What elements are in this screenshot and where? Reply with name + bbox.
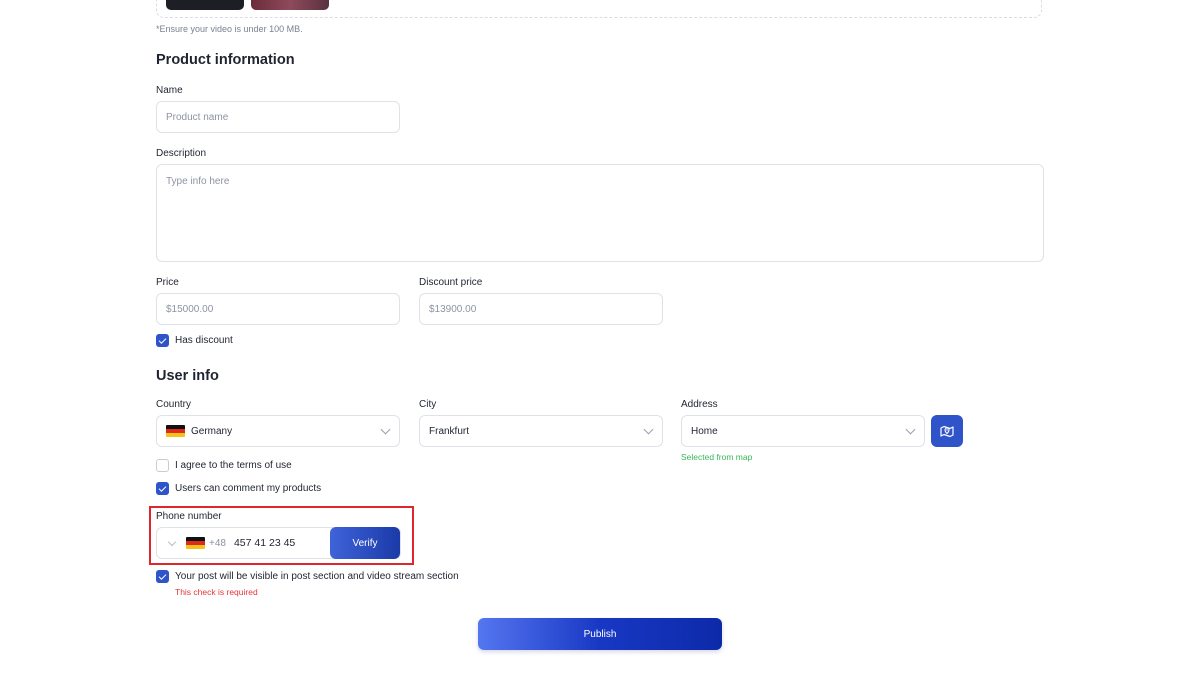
country-select[interactable]: Germany (156, 415, 400, 447)
visibility-checkbox[interactable] (156, 570, 169, 583)
visibility-label: Your post will be visible in post sectio… (175, 571, 459, 582)
country-value: Germany (191, 425, 233, 437)
address-map-hint: Selected from map (681, 452, 753, 462)
comments-checkbox[interactable] (156, 482, 169, 495)
product-name-input[interactable]: Product name (156, 101, 400, 133)
verify-button[interactable]: Verify (330, 527, 400, 559)
address-value: Home (691, 425, 718, 437)
visibility-row: Your post will be visible in post sectio… (156, 570, 459, 583)
checkmark-icon (158, 571, 167, 580)
user-section-title: User info (156, 368, 219, 384)
name-label: Name (156, 85, 183, 96)
germany-flag-icon (166, 425, 185, 437)
video-thumbnail[interactable] (166, 0, 244, 10)
chevron-down-icon (643, 424, 654, 434)
price-label: Price (156, 277, 179, 288)
has-discount-checkbox[interactable] (156, 334, 169, 347)
terms-label: I agree to the terms of use (175, 460, 292, 471)
city-select[interactable]: Frankfurt (419, 415, 663, 447)
video-thumbnail[interactable] (251, 0, 329, 10)
country-selected: Germany (166, 425, 232, 437)
address-label: Address (681, 399, 718, 410)
price-input[interactable]: $15000.00 (156, 293, 400, 325)
checkmark-icon (158, 483, 167, 492)
country-label: Country (156, 399, 192, 410)
create-post-form: *Ensure your video is under 100 MB. Prod… (0, 0, 1200, 675)
discount-price-value: $13900.00 (429, 303, 477, 315)
chevron-down-icon[interactable] (167, 537, 177, 546)
product-name-placeholder: Product name (166, 111, 229, 123)
checkmark-icon (158, 335, 167, 344)
phone-country-code: +48 (209, 537, 226, 549)
description-textarea[interactable]: Type info here (156, 164, 1044, 262)
comments-row: Users can comment my products (156, 482, 321, 495)
terms-checkbox[interactable] (156, 459, 169, 472)
has-discount-row: Has discount (156, 334, 233, 347)
price-value: $15000.00 (166, 303, 214, 315)
has-discount-label: Has discount (175, 335, 233, 346)
phone-number-value: 457 41 23 45 (233, 537, 296, 549)
description-label: Description (156, 148, 207, 159)
map-pin-icon (940, 425, 954, 438)
publish-button[interactable]: Publish (478, 618, 722, 650)
discount-price-label: Discount price (419, 277, 483, 288)
pick-on-map-button[interactable] (931, 415, 963, 447)
chevron-down-icon (380, 424, 391, 434)
visibility-error: This check is required (175, 587, 258, 597)
terms-row: I agree to the terms of use (156, 459, 292, 472)
comments-label: Users can comment my products (175, 483, 322, 494)
germany-flag-icon (186, 537, 205, 549)
discount-price-input[interactable]: $13900.00 (419, 293, 663, 325)
product-section-title: Product information (156, 52, 295, 68)
city-value: Frankfurt (429, 425, 470, 437)
video-size-hint: *Ensure your video is under 100 MB. (156, 24, 303, 34)
city-label: City (419, 399, 437, 410)
phone-label: Phone number (156, 511, 222, 522)
description-placeholder: Type info here (166, 176, 230, 187)
address-select[interactable]: Home (681, 415, 925, 447)
chevron-down-icon (905, 424, 916, 434)
